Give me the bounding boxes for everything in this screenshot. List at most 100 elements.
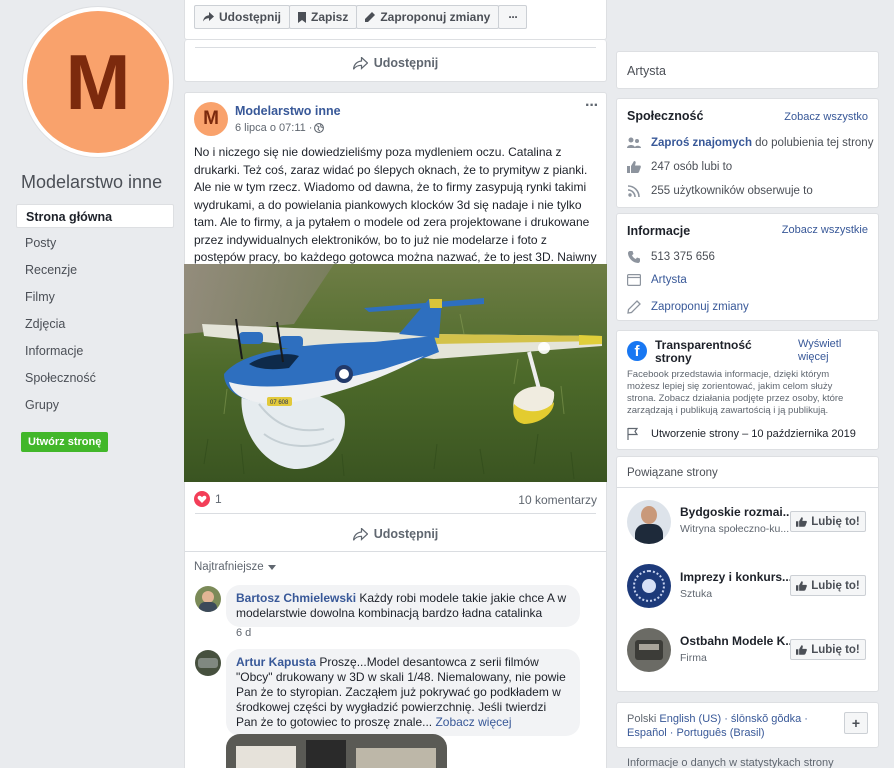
community-see-all-link[interactable]: Zobacz wszystko [784,111,868,123]
comment-bubble: Artur Kapusta Proszę...Model desantowca … [226,649,580,736]
commenter-avatar[interactable] [195,650,221,676]
post-share-button[interactable]: Udostępnij [185,527,606,541]
avatar-letter: M [203,108,219,129]
create-page-button[interactable]: Utwórz stronę [21,432,109,452]
share-page-button[interactable]: Udostępnij [194,5,290,29]
see-more-link[interactable]: Zobacz więcej [432,715,511,729]
invite-friends-row: Zaproś znajomych do polubienia tej stron… [627,137,873,149]
comment-author[interactable]: Artur Kapusta [236,655,316,669]
reactions-count: 1 [215,492,222,506]
comment-time[interactable]: 6 d [236,627,251,639]
related-page-avatar[interactable] [627,564,671,608]
bookmark-icon [298,11,306,23]
info-title: Informacje [627,224,691,238]
invite-friends-icon [627,137,641,148]
like-page-button[interactable]: Lubię to! [790,575,866,596]
post-card: M Modelarstwo inne 6 lipca o 07:11 · ···… [184,92,607,768]
avatar-letter: M [65,38,131,126]
related-pages-card: Powiązane strony Bydgoskie rozmai... Wit… [616,456,879,692]
related-page-category: Sztuka [680,588,713,600]
comment-sort-dropdown[interactable]: Najtrafniejsze [194,561,276,573]
sidebar-item-photos[interactable]: Zdjęcia [16,312,174,336]
community-card: Społeczność Zobacz wszystko Zaproś znajo… [616,98,879,208]
sidebar-item-videos[interactable]: Filmy [16,285,174,309]
related-page-avatar[interactable] [627,500,671,544]
invite-friends-link[interactable]: Zaproś znajomych [651,137,752,149]
page-category-icon [627,274,641,286]
comment-attachment-photo[interactable] [226,734,447,768]
sidebar-item-groups[interactable]: Grupy [16,393,174,417]
comment-bubble: Bartosz Chmielewski Każdy robi modele ta… [226,585,580,627]
page-category[interactable]: Artysta [627,64,666,78]
heart-reaction-icon [194,491,210,507]
thumbs-up-icon [627,161,641,173]
pencil-icon [627,300,641,314]
current-language: Polski [627,713,657,725]
related-page-name[interactable]: Imprezy i konkurs... [680,570,792,584]
caret-down-icon [267,564,276,570]
phone-icon [628,251,640,263]
page-created-row: Utworzenie strony – 10 października 2019 [627,427,856,440]
suggest-edits-row: Zaproponuj zmiany [627,300,749,314]
like-page-button[interactable]: Lubię to! [790,639,866,660]
related-page-name[interactable]: Ostbahn Modele K... [680,634,792,648]
transparency-card: f Transparentność strony Wyświetl więcej… [616,330,879,450]
share-arrow-icon [352,527,368,541]
pencil-icon [365,12,376,22]
transparency-title: Transparentność strony [655,338,752,365]
page-avatar[interactable]: M [22,6,174,158]
commenter-avatar[interactable] [195,586,221,612]
languages-card: Polski English (US) · ślōnskŏ gŏdka · Es… [616,702,879,748]
previous-post-footer: Udostępnij [184,40,607,82]
comments-section: Najtrafniejsze Bartosz Chmielewski Każdy… [185,551,606,768]
reactions-summary[interactable]: 1 [194,491,222,507]
share-arrow-icon [203,12,214,22]
related-page-category: Witryna społeczno-ku... [680,523,790,535]
previous-post-share-button[interactable]: Udostępnij [185,56,606,70]
info-card: Informacje Zobacz wszystkie 513 375 656 … [616,213,879,321]
plane-registration: 07 608 [270,400,289,406]
comment-author[interactable]: Bartosz Chmielewski [236,591,356,605]
sidebar-item-info[interactable]: Informacje [16,339,174,363]
transparency-show-more-link[interactable]: Wyświetl więcej [798,338,858,364]
more-options-button[interactable]: ··· [498,5,528,29]
post-more-button[interactable]: ··· [585,97,599,115]
post-timestamp[interactable]: 6 lipca o 07:11 · [235,122,325,134]
page-insights-footer[interactable]: Informacje o danych w statystykach stron… [627,757,834,768]
post-text: No i niczego się nie dowiedzieliśmy poza… [194,145,597,282]
like-page-button[interactable]: Lubię to! [790,511,866,532]
flag-icon [627,427,639,440]
sidebar-item-posts[interactable]: Posty [16,231,174,255]
followers-row: 255 użytkowników obserwuje to [627,185,813,197]
page-name[interactable]: Modelarstwo inne [21,172,162,193]
related-pages-title: Powiązane strony [627,467,718,479]
category-row: Artysta [627,274,687,286]
post-author-avatar[interactable]: M [194,102,228,136]
related-page-name[interactable]: Bydgoskie rozmai... [680,505,792,519]
post-author-name[interactable]: Modelarstwo inne [235,104,341,118]
post-photo[interactable]: 07 608 [184,264,607,482]
facebook-logo-icon: f [627,341,647,361]
transparency-description: Facebook przedstawia informacje, dzięki … [627,369,844,416]
thumbs-up-icon [796,516,808,527]
save-page-button[interactable]: Zapisz [289,5,358,29]
related-page-avatar[interactable] [627,628,671,672]
share-arrow-icon [352,56,368,70]
language-list: Polski English (US) · ślōnskŏ gŏdka · Es… [627,712,832,740]
community-title: Społeczność [627,109,704,123]
add-language-button[interactable]: + [844,712,868,734]
thumbs-up-icon [796,644,808,655]
comments-count[interactable]: 10 komentarzy [518,493,597,507]
sidebar-item-reviews[interactable]: Recenzje [16,258,174,282]
suggest-edits-button[interactable]: Zaproponuj zmiany [356,5,500,29]
seaplane-photo: 07 608 [184,264,607,482]
likes-row: 247 osób lubi to [627,161,732,173]
category-card: Artysta [616,51,879,89]
thumbs-up-icon [796,580,808,591]
phone-row: 513 375 656 [627,250,715,264]
info-see-all-link[interactable]: Zobacz wszystkie [782,224,868,236]
sidebar-item-community[interactable]: Społeczność [16,366,174,390]
page-actions-bar: Udostępnij Zapisz Zaproponuj zmiany ··· [184,0,607,40]
sidebar-item-home[interactable]: Strona główna [16,204,174,228]
related-page-category: Firma [680,652,707,664]
